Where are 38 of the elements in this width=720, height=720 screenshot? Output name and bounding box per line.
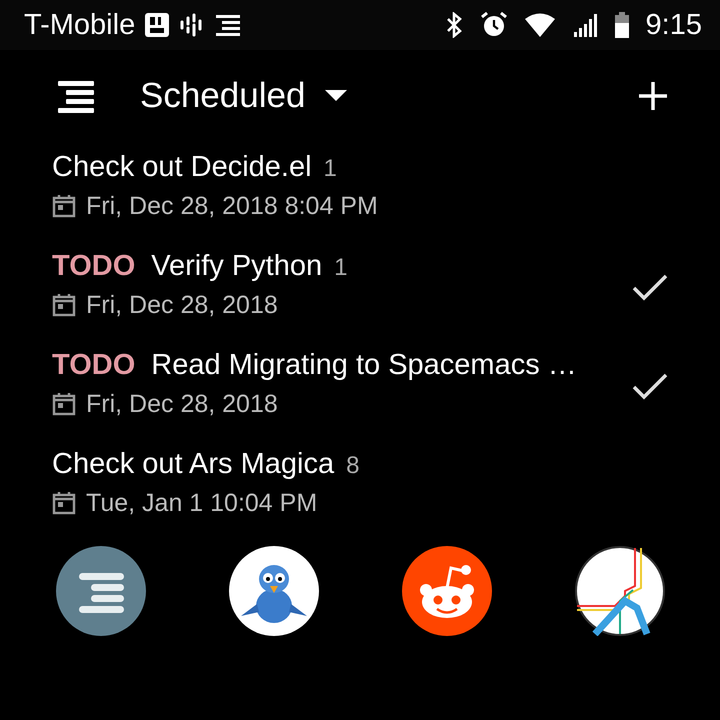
alien-app-icon[interactable] <box>402 546 492 636</box>
note-item[interactable]: Check out Ars Magica 8 Tue, Jan 1 10:04 PM <box>52 435 672 534</box>
menu-icon <box>56 79 96 113</box>
transit-map-app-icon[interactable] <box>574 546 664 636</box>
note-title: Check out Decide.el <box>52 150 312 184</box>
check-icon <box>632 372 668 400</box>
wifi-icon <box>524 12 556 38</box>
content-count: 8 <box>346 452 360 480</box>
content-count: 1 <box>324 154 337 182</box>
alarm-icon <box>480 11 508 39</box>
signal-icon <box>572 12 598 38</box>
calendar-icon <box>52 491 76 515</box>
battery-icon <box>614 11 630 39</box>
todo-keyword: TODO <box>52 348 136 382</box>
caret-icon <box>325 90 348 102</box>
scheduled-date: Fri, Dec 28, 2018 <box>86 290 278 320</box>
view-dropdown[interactable]: Scheduled <box>136 72 352 120</box>
calendar-icon <box>52 293 76 317</box>
carrier-name: T-Mobile <box>24 8 136 42</box>
notes-app-icon[interactable] <box>56 546 146 636</box>
calendar-icon <box>52 392 76 416</box>
note-item[interactable]: TODO Read Migrating to Spacemacs … Fri, Dec 28, 2018 <box>52 336 672 435</box>
scheduled-date: Fri, Dec 28, 2018 <box>86 390 278 418</box>
note-title: Check out Ars Magica <box>52 448 334 480</box>
todo-keyword: TODO <box>52 250 136 282</box>
add-icon <box>638 81 668 111</box>
note-item[interactable]: Check out Decide.el 1 Fri, Dec 28, 2018 8:04 PM <box>52 138 672 237</box>
note-title: Verify Python <box>151 250 322 282</box>
note-item[interactable]: TODO Verify Python 1 Fri, Dec 28, 2018 <box>52 237 672 336</box>
check-icon <box>632 272 668 300</box>
note-title: Read Migrating to Spacemacs … <box>151 348 577 382</box>
clock-time: 9:15 <box>646 8 702 42</box>
calendar-icon <box>52 194 76 218</box>
notes-app-icon <box>215 13 242 37</box>
bird-app-icon[interactable] <box>228 546 318 636</box>
scheduled-date: Tue, Jan 1 10:04 PM <box>86 488 318 518</box>
content-count: 1 <box>334 254 348 282</box>
scheduled-date: Fri, Dec 28, 2018 8:04 PM <box>86 192 378 220</box>
